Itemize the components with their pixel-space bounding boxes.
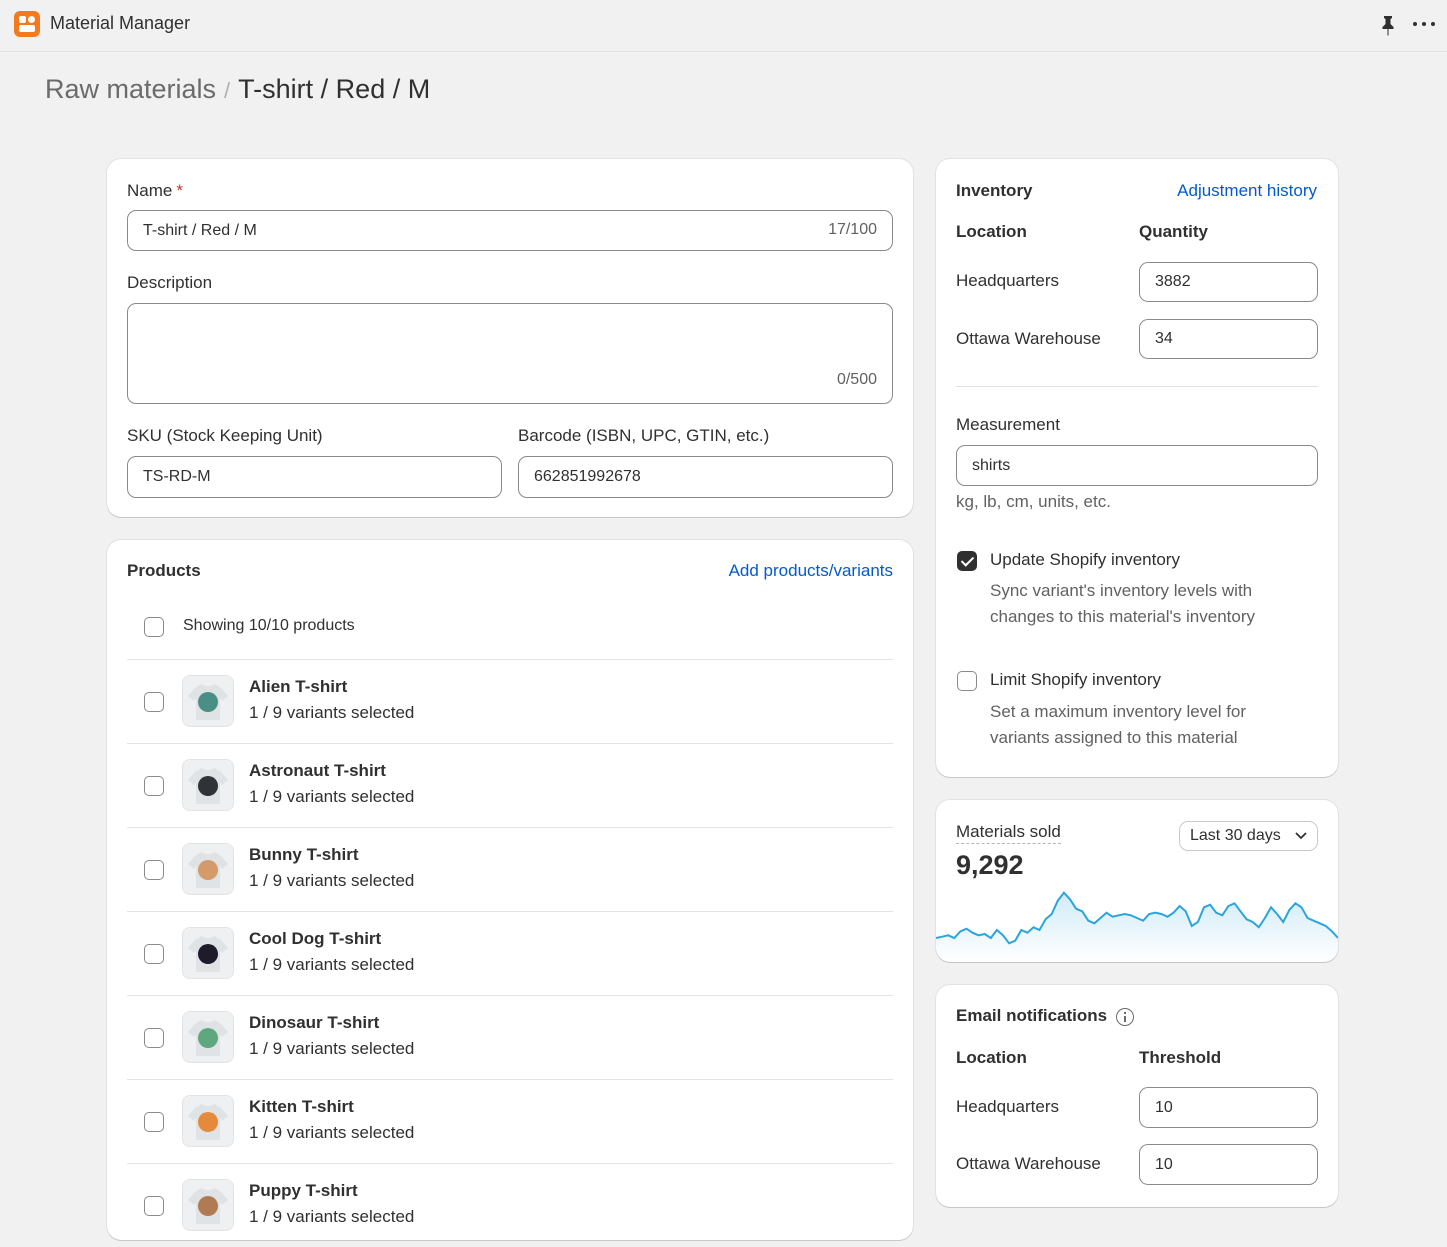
inventory-location-hq: Headquarters — [956, 271, 1060, 290]
email-location-ottawa: Ottawa Warehouse — [956, 1154, 1101, 1173]
products-title: Products — [127, 561, 201, 580]
chevron-down-icon — [1295, 832, 1307, 840]
product-thumbnail — [182, 1179, 234, 1231]
product-thumbnail — [182, 1095, 234, 1147]
product-variants: 1 / 9 variants selected — [249, 1039, 415, 1058]
page-title: T-shirt / Red / M — [238, 74, 431, 104]
product-checkbox[interactable] — [144, 1112, 164, 1132]
product-row[interactable]: Alien T-shirt 1 / 9 variants selected — [127, 659, 893, 743]
showing-count: Showing 10/10 products — [183, 617, 355, 634]
product-thumbnail — [182, 1011, 234, 1063]
product-thumbnail — [182, 675, 234, 727]
materials-sold-card: Materials sold Last 30 days 9,292 — [936, 800, 1338, 962]
product-variants: 1 / 9 variants selected — [249, 1123, 415, 1142]
date-range-select[interactable]: Last 30 days — [1179, 821, 1318, 851]
product-checkbox[interactable] — [144, 692, 164, 712]
email-threshold-hq-input[interactable]: 10 — [1139, 1087, 1318, 1128]
product-thumbnail — [182, 927, 234, 979]
product-checkbox[interactable] — [144, 776, 164, 796]
app-logo-icon — [14, 11, 40, 37]
inventory-divider — [956, 386, 1318, 387]
update-inventory-help-1: Sync variant's inventory levels with — [990, 581, 1253, 600]
product-variants: 1 / 9 variants selected — [249, 703, 415, 722]
product-name[interactable]: Puppy T-shirt — [249, 1181, 358, 1201]
details-card: Name * T-shirt / Red / M 17/100 Descripti… — [107, 159, 913, 517]
product-row[interactable]: Puppy T-shirt 1 / 9 variants selected — [127, 1163, 893, 1247]
inventory-title: Inventory — [956, 181, 1033, 200]
product-variants: 1 / 9 variants selected — [249, 1207, 415, 1226]
product-row[interactable]: Dinosaur T-shirt 1 / 9 variants selected — [127, 995, 893, 1079]
adjustment-history-link[interactable]: Adjustment history — [1177, 181, 1317, 201]
breadcrumb: Raw materials / T-shirt / Red / M — [45, 74, 430, 105]
materials-sold-total: 9,292 — [956, 850, 1024, 880]
update-inventory-label[interactable]: Update Shopify inventory — [990, 550, 1180, 570]
breadcrumb-parent-link[interactable]: Raw materials — [45, 74, 216, 104]
update-inventory-help-2: changes to this material's inventory — [990, 607, 1255, 626]
name-label: Name * — [127, 181, 183, 200]
add-products-link[interactable]: Add products/variants — [729, 561, 893, 581]
measurement-label: Measurement — [956, 415, 1060, 434]
name-input[interactable]: T-shirt / Red / M 17/100 — [127, 210, 893, 251]
product-name[interactable]: Astronaut T-shirt — [249, 761, 386, 781]
barcode-input[interactable]: 662851992678 — [518, 456, 893, 498]
product-variants: 1 / 9 variants selected — [249, 871, 415, 890]
select-all-checkbox[interactable] — [144, 617, 164, 637]
update-inventory-checkbox[interactable] — [957, 551, 977, 571]
limit-inventory-help-1: Set a maximum inventory level for — [990, 702, 1247, 721]
measurement-input[interactable]: shirts — [956, 445, 1318, 486]
description-label: Description — [127, 273, 213, 292]
more-actions-icon[interactable] — [1413, 22, 1437, 28]
email-threshold-ottawa-input[interactable]: 10 — [1139, 1144, 1318, 1185]
product-variants: 1 / 9 variants selected — [249, 787, 415, 806]
description-textarea[interactable]: 0/500 — [127, 303, 893, 404]
product-checkbox[interactable] — [144, 944, 164, 964]
product-thumbnail — [182, 759, 234, 811]
product-row[interactable]: Bunny T-shirt 1 / 9 variants selected — [127, 827, 893, 911]
sku-input[interactable]: TS-RD-M — [127, 456, 502, 498]
product-row[interactable]: Astronaut T-shirt 1 / 9 variants selected — [127, 743, 893, 827]
inventory-quantity-header: Quantity — [1139, 222, 1208, 241]
product-name[interactable]: Dinosaur T-shirt — [249, 1013, 379, 1033]
product-name[interactable]: Alien T-shirt — [249, 677, 347, 697]
email-location-hq: Headquarters — [956, 1097, 1060, 1116]
email-location-header: Location — [956, 1048, 1027, 1067]
product-name[interactable]: Bunny T-shirt — [249, 845, 359, 865]
limit-inventory-label[interactable]: Limit Shopify inventory — [990, 670, 1161, 690]
product-row[interactable]: Kitten T-shirt 1 / 9 variants selected — [127, 1079, 893, 1163]
product-variants: 1 / 9 variants selected — [249, 955, 415, 974]
inventory-location-ottawa: Ottawa Warehouse — [956, 329, 1101, 348]
limit-inventory-checkbox[interactable] — [957, 671, 977, 691]
required-marker: * — [176, 181, 183, 200]
sparkline-area — [936, 892, 1338, 962]
product-checkbox[interactable] — [144, 1028, 164, 1048]
limit-inventory-help-2: variants assigned to this material — [990, 728, 1238, 747]
product-checkbox[interactable] — [144, 1196, 164, 1216]
inventory-location-header: Location — [956, 222, 1027, 241]
pin-icon[interactable] — [1378, 14, 1398, 36]
info-icon[interactable] — [1116, 1008, 1134, 1026]
materials-sold-title: Materials sold — [956, 822, 1061, 844]
email-notifications-title: Email notifications — [956, 1006, 1108, 1025]
app-topbar: Material Manager — [0, 0, 1447, 52]
description-char-count: 0/500 — [836, 371, 877, 388]
barcode-label: Barcode (ISBN, UPC, GTIN, etc.) — [518, 426, 770, 445]
sku-label: SKU (Stock Keeping Unit) — [127, 426, 323, 445]
inventory-quantity-hq-input[interactable]: 3882 — [1139, 262, 1318, 302]
breadcrumb-separator: / — [224, 78, 231, 103]
materials-sold-sparkline — [936, 891, 1338, 962]
inventory-quantity-ottawa-input[interactable]: 34 — [1139, 319, 1318, 359]
measurement-help: kg, lb, cm, units, etc. — [956, 492, 1111, 511]
product-name[interactable]: Cool Dog T-shirt — [249, 929, 381, 949]
product-row[interactable]: Cool Dog T-shirt 1 / 9 variants selected — [127, 911, 893, 995]
product-thumbnail — [182, 843, 234, 895]
product-checkbox[interactable] — [144, 860, 164, 880]
app-title: Material Manager — [50, 13, 191, 33]
name-char-count: 17/100 — [828, 221, 877, 238]
email-threshold-header: Threshold — [1139, 1048, 1222, 1067]
product-name[interactable]: Kitten T-shirt — [249, 1097, 354, 1117]
